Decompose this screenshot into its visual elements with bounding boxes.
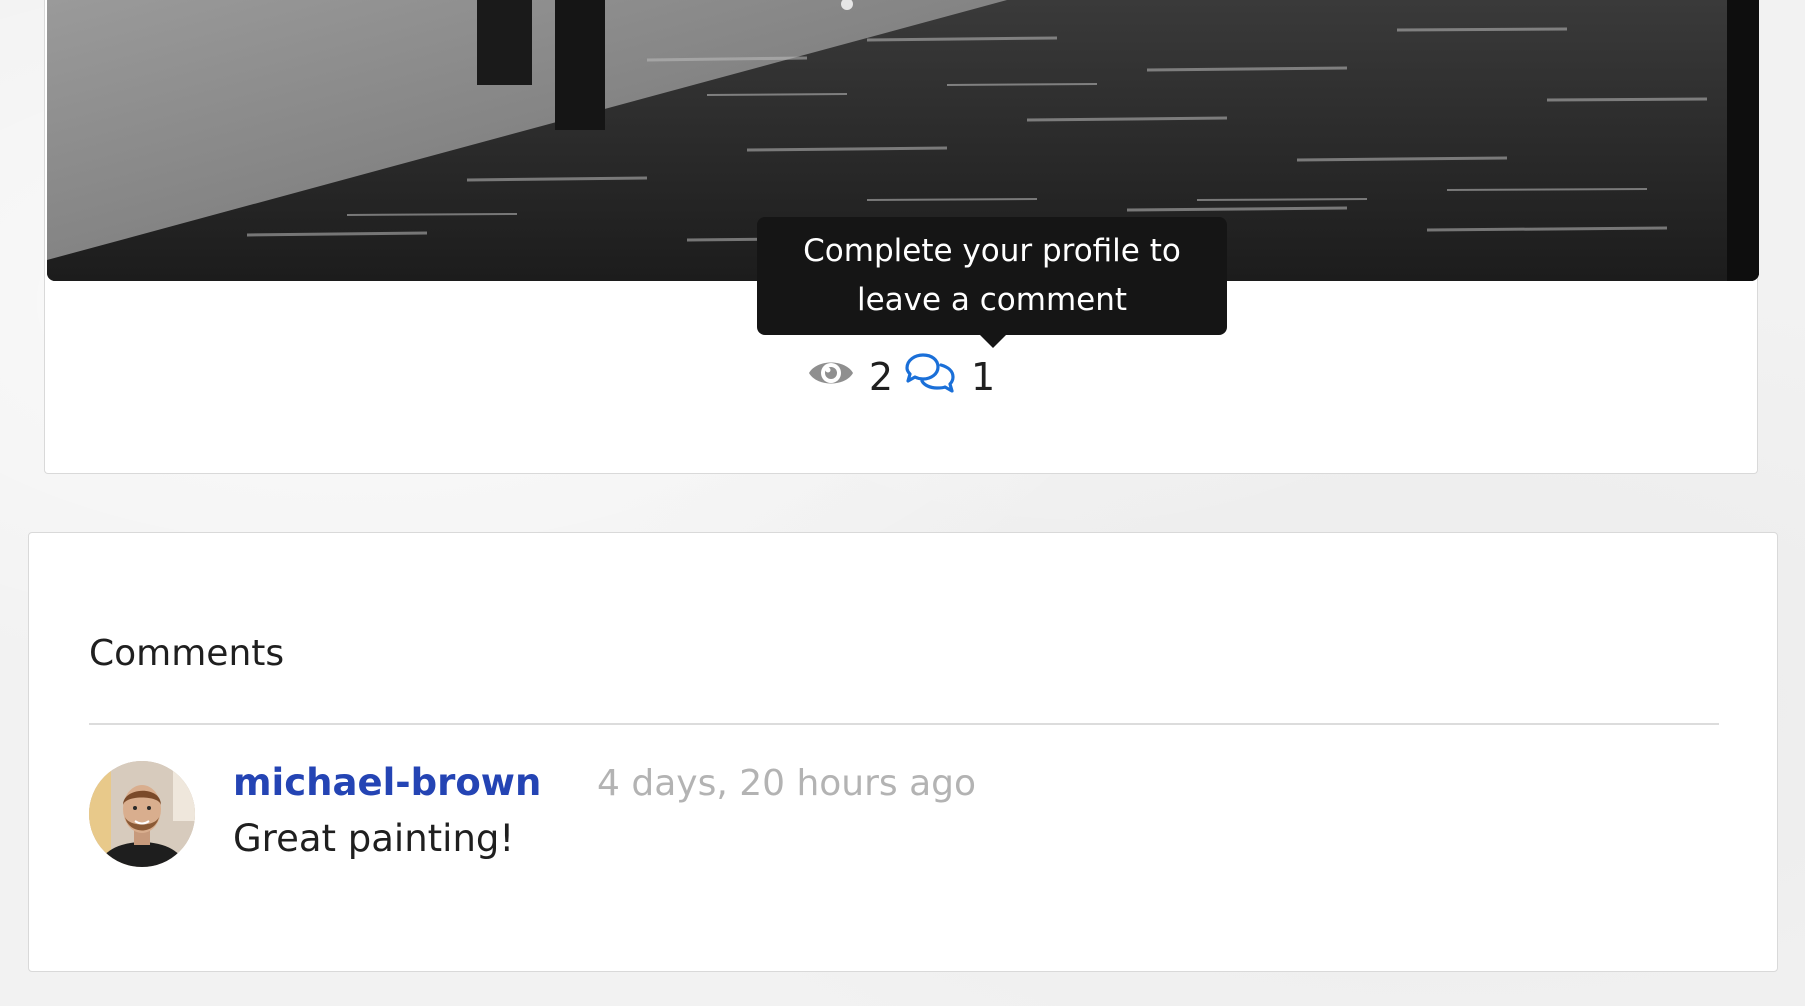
post-card: Complete your profile to leave a comment…	[44, 0, 1759, 474]
eye-icon	[807, 355, 855, 400]
comment-author-link[interactable]: michael-brown	[233, 761, 541, 804]
comment-tooltip: Complete your profile to leave a comment	[757, 217, 1227, 348]
comments-count: 1	[971, 355, 996, 399]
post-stats: 2 1	[45, 352, 1757, 402]
comments-stat[interactable]: 1	[903, 352, 995, 403]
comments-card: Comments michael-brown 4 days, 20 hours …	[28, 532, 1778, 972]
views-stat: 2	[807, 355, 893, 400]
comment-timestamp: 4 days, 20 hours ago	[597, 763, 977, 804]
comments-title: Comments	[89, 633, 285, 674]
comments-divider	[89, 723, 1719, 725]
views-count: 2	[868, 355, 893, 399]
comment-text: Great painting!	[233, 817, 515, 860]
comments-icon[interactable]	[903, 352, 957, 403]
comment-item: michael-brown 4 days, 20 hours ago Great…	[89, 761, 1689, 871]
tooltip-text: Complete your profile to leave a comment	[803, 233, 1181, 318]
avatar[interactable]	[89, 761, 195, 867]
